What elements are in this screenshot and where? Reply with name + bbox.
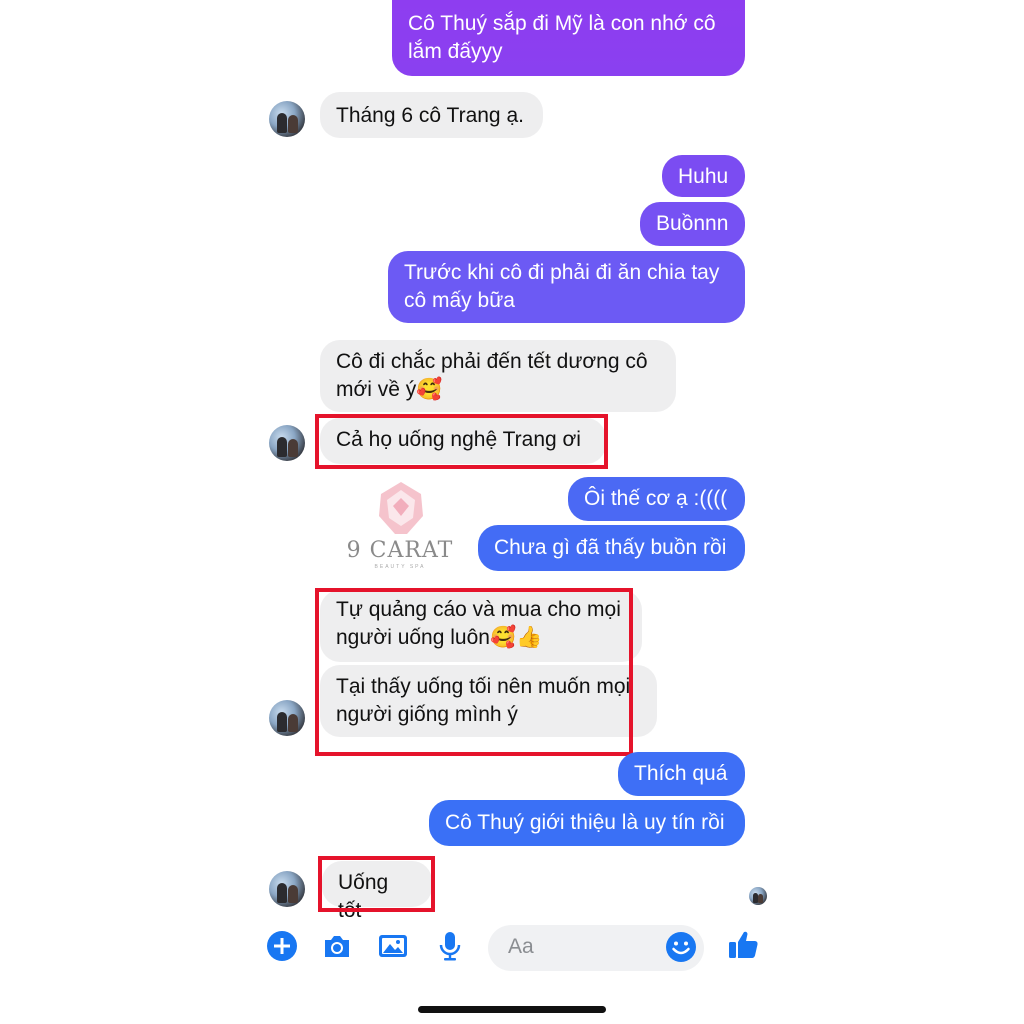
contact-avatar[interactable]: [269, 101, 305, 137]
message-outgoing[interactable]: Trước khi cô đi phải đi ăn chia tay cô m…: [388, 251, 745, 323]
highlight-box: [318, 856, 435, 912]
highlight-box: [315, 588, 633, 756]
message-input-placeholder: Aa: [508, 935, 534, 958]
emoji-icon[interactable]: [665, 931, 697, 963]
camera-icon[interactable]: [321, 930, 353, 962]
brand-watermark: 9 CARAT BEAUTY SPA: [345, 480, 455, 575]
brand-name: 9 CARAT: [346, 538, 454, 563]
message-outgoing[interactable]: Ôi thế cơ ạ :((((: [568, 477, 745, 521]
contact-avatar[interactable]: [269, 425, 305, 461]
highlight-box: [315, 414, 608, 469]
message-outgoing[interactable]: Chưa gì đã thấy buồn rồi: [478, 525, 745, 571]
message-outgoing[interactable]: Huhu: [662, 155, 745, 197]
read-receipt-avatar: [749, 887, 767, 905]
thumbs-up-icon[interactable]: [727, 929, 759, 961]
home-indicator[interactable]: [418, 1006, 606, 1013]
microphone-icon[interactable]: [434, 930, 466, 962]
message-outgoing[interactable]: Cô Thuý sắp đi Mỹ là con nhớ cô lắm đấyy…: [392, 0, 745, 76]
message-outgoing[interactable]: Thích quá: [618, 752, 745, 796]
message-outgoing[interactable]: Buồnnn: [640, 202, 745, 246]
contact-avatar[interactable]: [269, 871, 305, 907]
message-incoming[interactable]: Tháng 6 cô Trang ạ.: [320, 92, 543, 138]
plus-icon[interactable]: [266, 930, 298, 962]
contact-avatar[interactable]: [269, 700, 305, 736]
message-incoming[interactable]: Cô đi chắc phải đến tết dương cô mới về …: [320, 340, 676, 412]
brand-logo-icon: [379, 482, 423, 534]
image-icon[interactable]: [377, 930, 409, 962]
brand-tagline: BEAUTY SPA: [374, 564, 426, 570]
message-outgoing[interactable]: Cô Thuý giới thiệu là uy tín rồi: [429, 800, 745, 846]
